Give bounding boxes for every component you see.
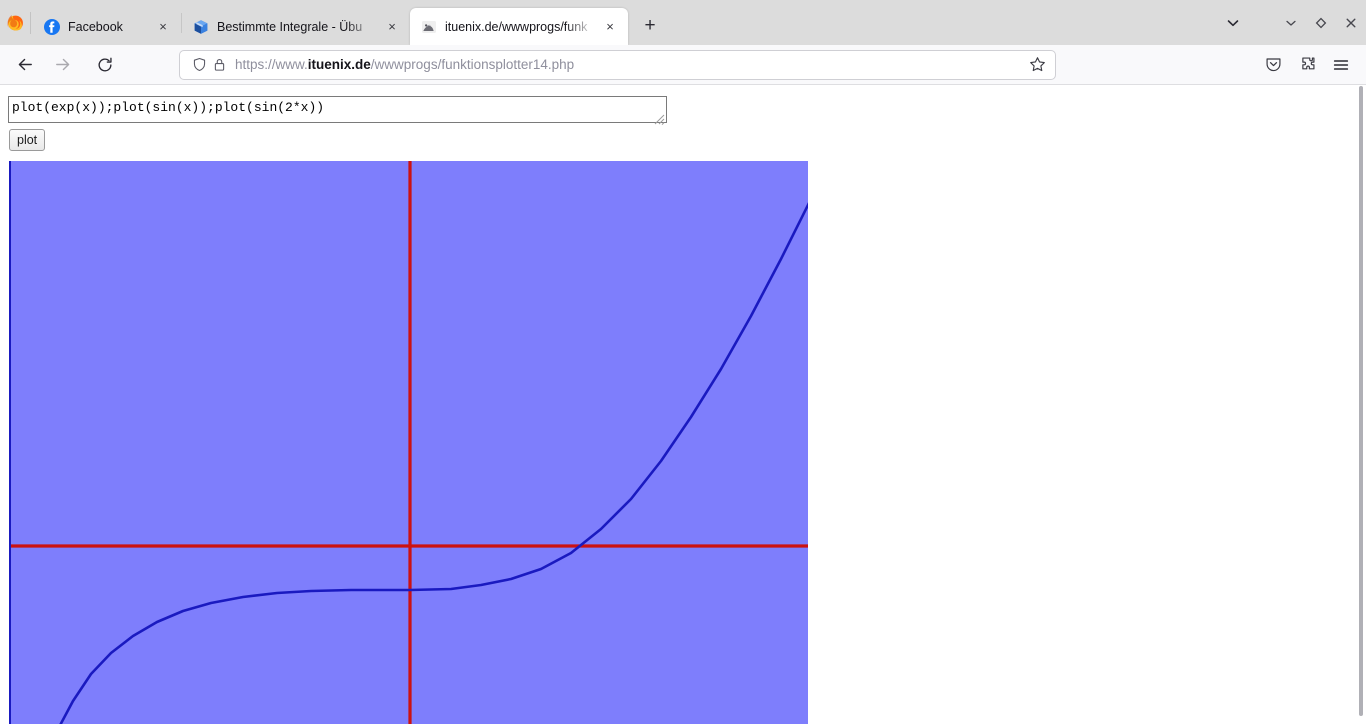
gray-page-icon <box>421 19 437 35</box>
new-tab-button[interactable]: + <box>634 10 666 42</box>
tab-strip: Facebook × Bestimmte Integrale - Übu × <box>0 0 1366 45</box>
shield-icon[interactable] <box>189 55 209 75</box>
plot-button[interactable]: plot <box>9 129 45 151</box>
facebook-icon <box>44 19 60 35</box>
pocket-button[interactable] <box>1256 49 1290 81</box>
firefox-logo <box>0 0 30 45</box>
application-menu-button[interactable] <box>1324 49 1358 81</box>
tab-title: Bestimmte Integrale - Übu <box>217 20 377 34</box>
close-icon <box>1345 17 1357 29</box>
extensions-puzzle-icon <box>1299 56 1316 73</box>
window-minimize-button[interactable] <box>1276 0 1306 45</box>
window-controls <box>1276 0 1366 45</box>
expression-input[interactable] <box>8 96 667 123</box>
url-path: /wwwprogs/funktionsplotter14.php <box>371 57 574 72</box>
url-host: ituenix.de <box>308 57 371 72</box>
function-plot-canvas[interactable] <box>9 161 808 724</box>
url-scheme: https://www. <box>235 57 308 72</box>
blue-cube-icon <box>193 19 209 35</box>
tab-facebook[interactable]: Facebook × <box>33 8 181 45</box>
reload-icon <box>96 56 114 74</box>
curve-exp-x <box>20 201 808 724</box>
chevron-down-icon <box>1226 16 1240 30</box>
tab-close-button[interactable]: × <box>601 18 619 36</box>
tabstrip-right-controls <box>1214 0 1366 45</box>
reload-button[interactable] <box>88 49 122 81</box>
tab-ituenix[interactable]: ituenix.de/wwwprogs/funk × <box>410 8 628 45</box>
pocket-icon <box>1265 56 1282 73</box>
tab-bestimmte-integrale[interactable]: Bestimmte Integrale - Übu × <box>182 8 410 45</box>
url-text[interactable]: https://www.ituenix.de/wwwprogs/funktion… <box>235 57 1025 72</box>
tab-close-button[interactable]: × <box>154 18 172 36</box>
toolbar-right <box>1256 49 1358 81</box>
bookmark-star-button[interactable] <box>1025 53 1049 77</box>
url-bar[interactable]: https://www.ituenix.de/wwwprogs/funktion… <box>179 50 1056 80</box>
firefox-logo-icon <box>7 14 24 31</box>
tab-close-button[interactable]: × <box>383 18 401 36</box>
browser-window: Facebook × Bestimmte Integrale - Übu × <box>0 0 1366 724</box>
vertical-scrollbar[interactable] <box>1340 86 1366 724</box>
list-all-tabs-button[interactable] <box>1214 0 1252 45</box>
window-close-button[interactable] <box>1336 0 1366 45</box>
lock-icon[interactable] <box>209 55 229 75</box>
chevron-down-icon <box>1285 17 1297 29</box>
back-button[interactable] <box>8 49 42 81</box>
tab-title: Facebook <box>68 20 148 34</box>
tab-title: ituenix.de/wwwprogs/funk <box>445 20 595 34</box>
forward-button[interactable] <box>45 49 79 81</box>
navigation-toolbar: https://www.ituenix.de/wwwprogs/funktion… <box>0 45 1366 85</box>
window-maximize-button[interactable] <box>1306 0 1336 45</box>
arrow-left-icon <box>16 55 35 74</box>
hamburger-menu-icon <box>1332 56 1350 74</box>
plot-axes <box>11 161 808 724</box>
scrollbar-thumb[interactable] <box>1359 86 1363 716</box>
arrow-right-icon <box>53 55 72 74</box>
plot-svg <box>11 161 808 724</box>
tabstrip-divider <box>30 12 31 34</box>
diamond-icon <box>1315 17 1327 29</box>
star-icon <box>1029 56 1046 73</box>
extensions-button[interactable] <box>1290 49 1324 81</box>
page-content: plot <box>0 86 1366 724</box>
